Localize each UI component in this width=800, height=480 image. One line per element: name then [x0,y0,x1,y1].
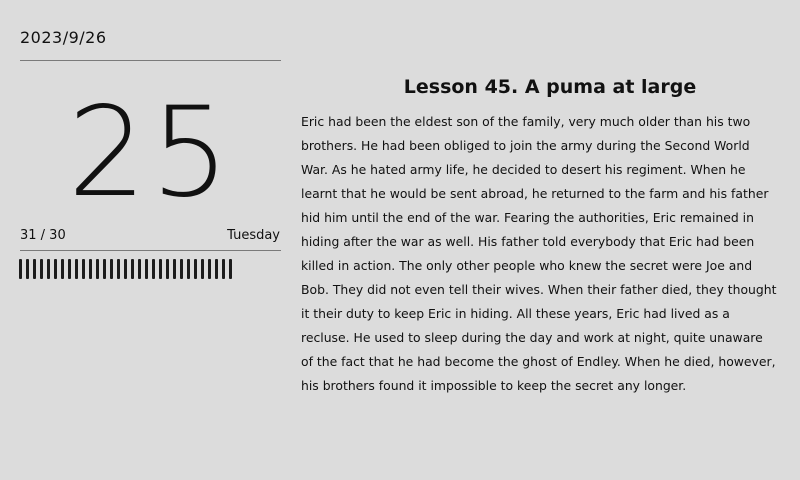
progress-tick [110,259,113,279]
text-line: his brothers found it impossible to keep… [301,378,687,393]
progress-tick [131,259,134,279]
progress-tick [68,259,71,279]
progress-tick [222,259,225,279]
weekday-label: Tuesday [227,228,280,243]
progress-tick [117,259,120,279]
progress-tick [201,259,204,279]
progress-tick [124,259,127,279]
text-line: hiding after the war as well. His father… [301,234,755,249]
progress-tick [145,259,148,279]
text-line: recluse. He used to sleep during the day… [301,330,763,345]
text-line: hid him until the end of the war. Fearin… [301,210,754,225]
date-label: 2023/9/26 [20,28,107,47]
text-line: of the fact that he had become the ghost… [301,354,776,369]
text-line: War. As he hated army life, he decided t… [301,162,746,177]
progress-tick [103,259,106,279]
progress-tick [54,259,57,279]
progress-tick [89,259,92,279]
progress-tick [33,259,36,279]
text-line: it their duty to keep Eric in hiding. Al… [301,306,730,321]
progress-tick [40,259,43,279]
big-day-number: 25 [67,81,234,225]
progress-count: 31 / 30 [20,228,66,243]
progress-tick [208,259,211,279]
text-line: Bob. They did not even tell their wives.… [301,282,777,297]
progress-tick [61,259,64,279]
progress-tick [194,259,197,279]
progress-tick [187,259,190,279]
progress-tick [166,259,169,279]
progress-tick [215,259,218,279]
progress-bars [19,259,232,279]
progress-tick [75,259,78,279]
progress-tick [26,259,29,279]
progress-tick [159,259,162,279]
progress-tick [96,259,99,279]
divider [20,250,281,251]
lesson-title: Lesson 45. A puma at large [403,76,697,98]
text-line: Eric had been the eldest son of the fami… [301,114,751,129]
text-line: killed in action. The only other people … [301,258,753,273]
divider [20,60,281,61]
lesson-text: Eric had been the eldest son of the fami… [301,110,800,398]
progress-tick [19,259,22,279]
text-line: learnt that he would be sent abroad, he … [301,186,769,201]
text-line: brothers. He had been obliged to join th… [301,138,750,153]
progress-tick [180,259,183,279]
progress-tick [47,259,50,279]
progress-tick [138,259,141,279]
progress-tick [152,259,155,279]
progress-tick [173,259,176,279]
progress-tick [229,259,232,279]
progress-tick [82,259,85,279]
